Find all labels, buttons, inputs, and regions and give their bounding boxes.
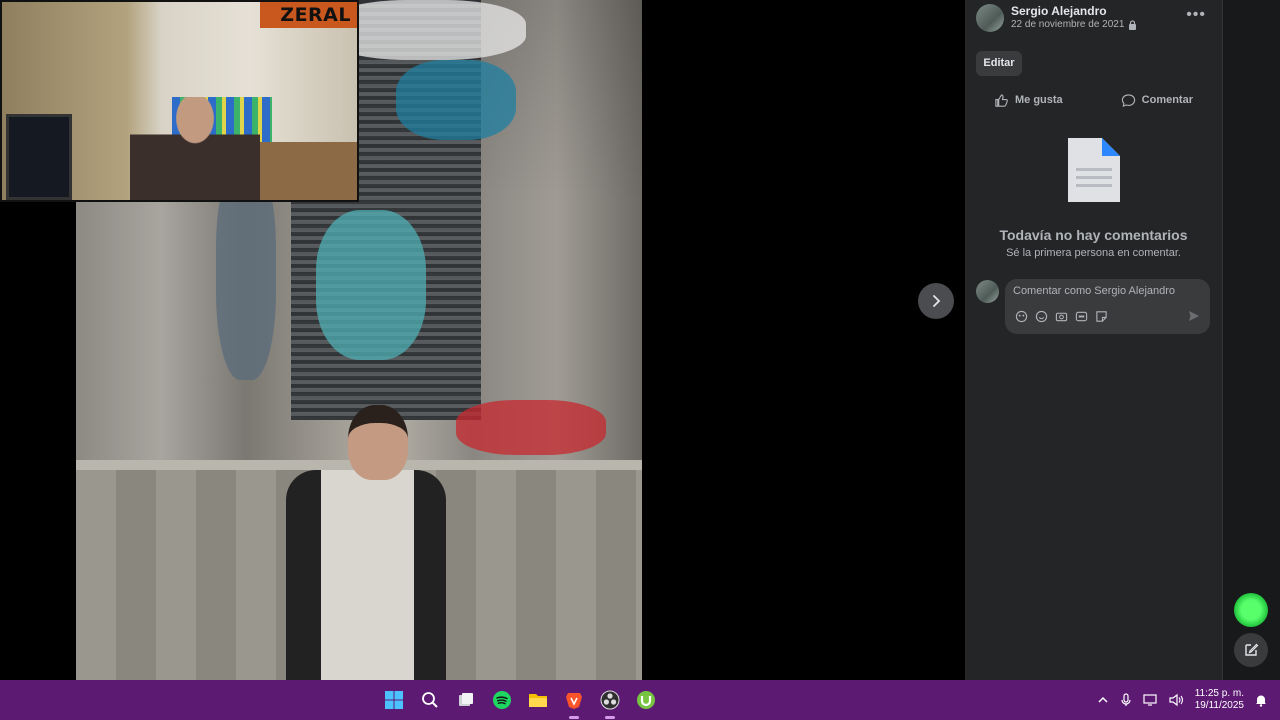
like-label: Me gusta — [1014, 94, 1063, 106]
clock-time: 11:25 p. m. — [1194, 688, 1244, 699]
photo-person-body — [286, 470, 446, 680]
comment-label: Comentar — [1141, 94, 1193, 106]
search-icon[interactable] — [418, 688, 442, 712]
utorrent-icon[interactable] — [634, 688, 658, 712]
emoji-icon[interactable] — [1034, 309, 1048, 323]
graffiti-red — [456, 400, 606, 455]
volume-icon[interactable] — [1169, 693, 1185, 707]
post-date[interactable]: 22 de noviembre de 2021 — [1011, 18, 1124, 32]
chevron-right-icon — [933, 295, 941, 307]
author-name[interactable]: Sergio Alejandro — [1011, 4, 1137, 18]
like-button[interactable]: Me gusta — [994, 88, 1063, 112]
right-gutter — [1222, 0, 1280, 680]
photo-viewer: ZERAL — [0, 0, 965, 680]
notification-bell-icon[interactable] — [1254, 693, 1268, 707]
compose-icon — [1245, 643, 1259, 656]
empty-comments: Todavía no hay comentarios Sé la primera… — [965, 138, 1222, 259]
avatar-sticker-icon[interactable] — [1014, 309, 1028, 323]
new-message-button[interactable] — [1234, 633, 1268, 667]
thumbs-up-icon — [995, 93, 1008, 107]
document-icon — [1067, 138, 1120, 202]
commenter-avatar — [976, 280, 999, 303]
graffiti-blue — [396, 60, 516, 140]
webcam-overlay: ZERAL — [0, 0, 359, 202]
comment-composer — [976, 279, 1210, 334]
comment-box — [1005, 279, 1210, 334]
system-tray: 11:25 p. m. 19/11/2025 — [1097, 680, 1268, 720]
brave-icon[interactable] — [562, 688, 586, 719]
next-photo-button[interactable] — [918, 283, 954, 319]
post-header: Sergio Alejandro 22 de noviembre de 2021 — [976, 4, 1137, 32]
lock-icon — [1129, 20, 1137, 30]
spotify-icon[interactable] — [490, 688, 514, 712]
comment-tools — [1014, 309, 1108, 323]
webcam-person — [130, 97, 260, 200]
webcam-monitor — [6, 114, 72, 200]
empty-comments-title: Todavía no hay comentarios — [999, 227, 1188, 243]
comment-bubble-icon — [1121, 93, 1135, 107]
gif-icon[interactable] — [1074, 309, 1088, 323]
post-date-row: 22 de noviembre de 2021 — [1011, 18, 1137, 32]
network-icon[interactable] — [1143, 693, 1159, 707]
start-icon[interactable] — [382, 688, 406, 712]
microphone-icon[interactable] — [1119, 693, 1133, 707]
author-avatar[interactable] — [976, 4, 1004, 32]
obs-icon[interactable] — [598, 688, 622, 719]
webcam-floor — [252, 142, 357, 200]
taskbar-apps — [382, 680, 658, 720]
screen: ZERAL Sergio Alejandro 22 de noviembre d… — [0, 0, 1280, 720]
app-shortcut-icon[interactable] — [1234, 593, 1268, 627]
post-panel: Sergio Alejandro 22 de noviembre de 2021… — [965, 0, 1222, 680]
send-icon[interactable] — [1188, 310, 1200, 322]
photo-person-head — [348, 405, 408, 480]
stream-label: ZERAL — [260, 2, 357, 28]
clock-date: 19/11/2025 — [1194, 700, 1244, 711]
post-actions: Me gusta Comentar — [965, 88, 1222, 112]
clock[interactable]: 11:25 p. m. 19/11/2025 — [1195, 688, 1244, 712]
edit-button[interactable]: Editar — [976, 51, 1022, 76]
comment-input[interactable] — [1013, 285, 1203, 297]
chevron-up-icon[interactable] — [1097, 694, 1109, 706]
file-explorer-icon[interactable] — [526, 688, 550, 712]
camera-icon[interactable] — [1054, 309, 1068, 323]
more-options-icon[interactable]: ••• — [1186, 6, 1206, 24]
taskbar: 11:25 p. m. 19/11/2025 — [0, 680, 1280, 720]
task-view-icon[interactable] — [454, 688, 478, 712]
comment-button[interactable]: Comentar — [1121, 88, 1193, 112]
sticker-icon[interactable] — [1094, 309, 1108, 323]
empty-comments-subtitle: Sé la primera persona en comentar. — [1006, 247, 1181, 259]
post-meta: Sergio Alejandro 22 de noviembre de 2021 — [1011, 4, 1137, 32]
graffiti-teal — [316, 210, 426, 360]
